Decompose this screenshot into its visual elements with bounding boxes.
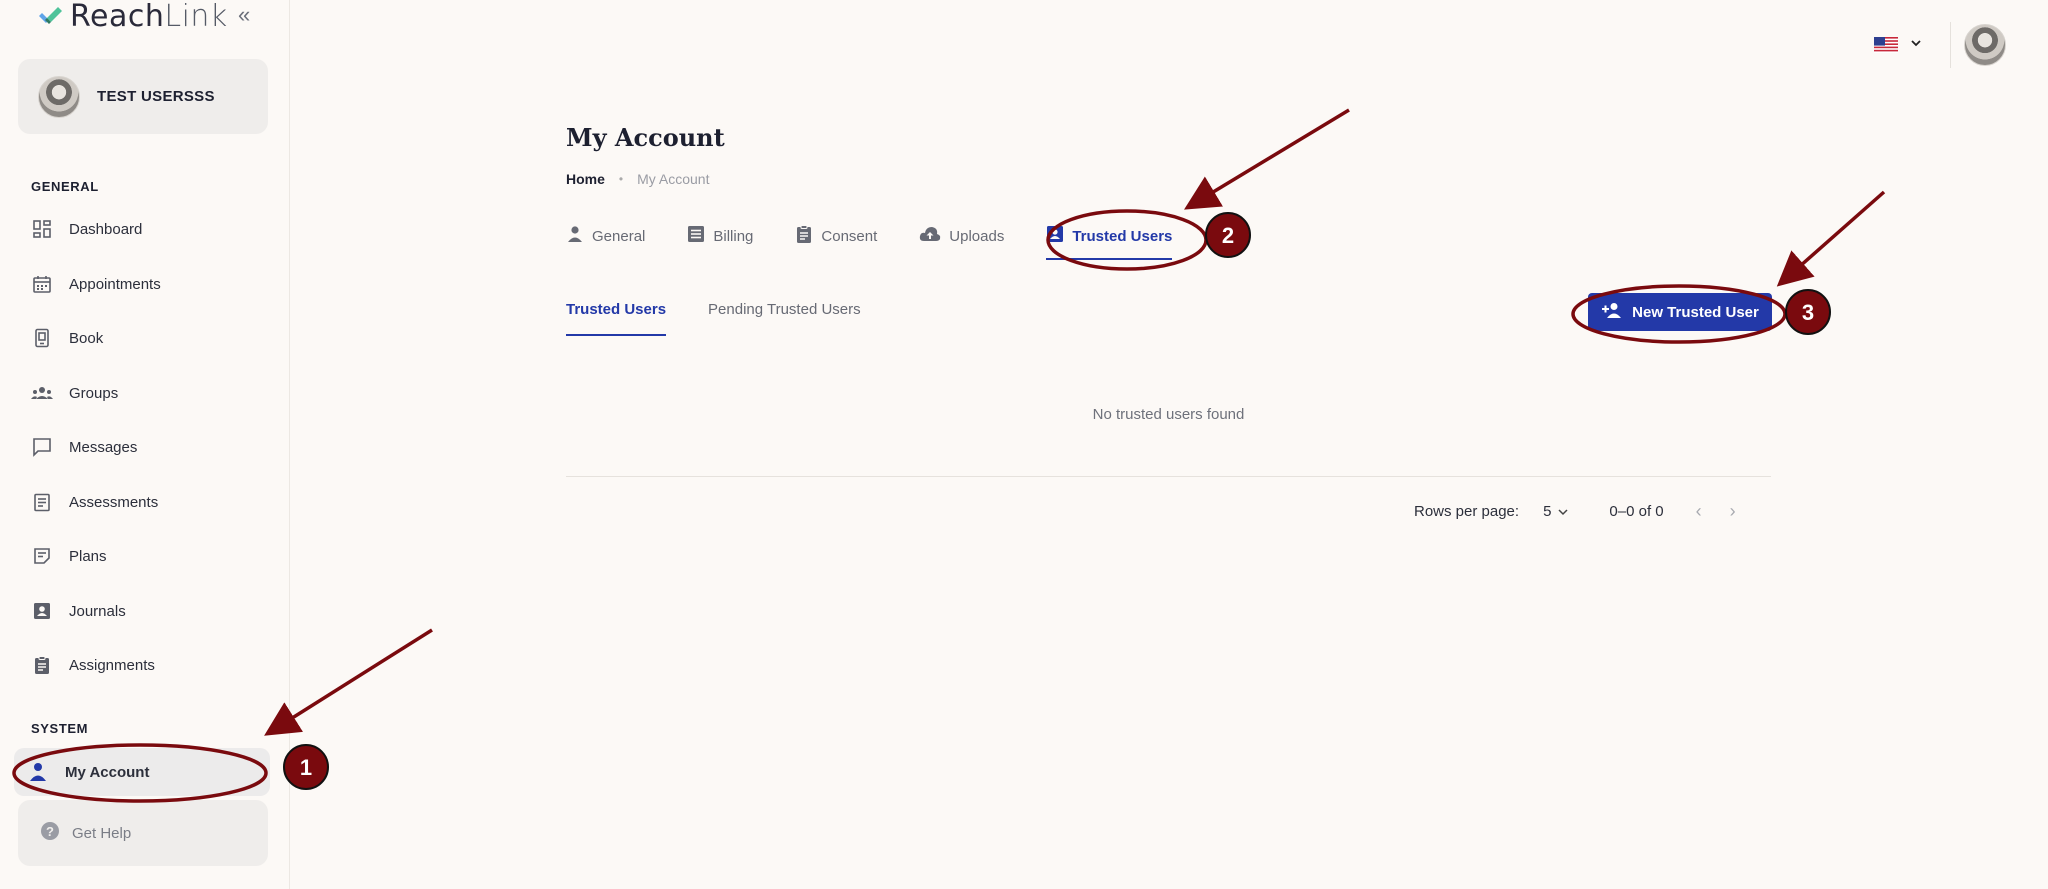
language-chevron-down-icon[interactable] bbox=[1910, 36, 1922, 52]
breadcrumb-current: My Account bbox=[637, 171, 710, 187]
tab-label: General bbox=[592, 227, 646, 245]
rows-per-page-label: Rows per page: bbox=[1414, 503, 1520, 520]
person-icon bbox=[566, 225, 584, 247]
subtab-trusted-users[interactable]: Trusted Users bbox=[566, 301, 667, 337]
us-flag-icon[interactable] bbox=[1874, 37, 1898, 53]
section-label-general: GENERAL bbox=[31, 179, 99, 194]
pagination: Rows per page: 5 0–0 of 0 ‹ › bbox=[1414, 501, 1736, 522]
section-label-system: SYSTEM bbox=[31, 721, 89, 736]
annotation-badge-3 bbox=[1785, 289, 1831, 335]
sidebar-item-groups[interactable]: Groups bbox=[18, 370, 268, 416]
sidebar-item-dashboard[interactable]: Dashboard bbox=[18, 206, 268, 252]
empty-state-message: No trusted users found bbox=[1092, 406, 1245, 423]
sidebar-item-journals[interactable]: Journals bbox=[18, 588, 268, 634]
sidebar-item-assignments[interactable]: Assignments bbox=[18, 642, 268, 688]
sidebar-item-label: Assignments bbox=[69, 656, 155, 674]
tab-label: Consent bbox=[821, 227, 878, 245]
sidebar-item-appointments[interactable]: Appointments bbox=[18, 261, 268, 307]
breadcrumb-home[interactable]: Home bbox=[566, 171, 605, 187]
assessment-icon bbox=[31, 491, 53, 513]
tab-label: Uploads bbox=[949, 227, 1005, 245]
header-divider bbox=[1950, 22, 1951, 68]
page-title: My Account bbox=[566, 123, 725, 152]
message-icon bbox=[31, 436, 53, 458]
breadcrumb-separator: • bbox=[618, 172, 624, 186]
subtab-pending-trusted-users[interactable]: Pending Trusted Users bbox=[708, 301, 861, 337]
help-icon: ? bbox=[40, 821, 60, 845]
sidebar-item-book[interactable]: Book bbox=[18, 315, 268, 361]
add-person-icon bbox=[1601, 302, 1623, 322]
account-tabs: General Billing Consent Uploads Trusted … bbox=[566, 222, 1214, 260]
sidebar-item-label: Dashboard bbox=[69, 220, 143, 238]
table-divider bbox=[566, 476, 1771, 477]
pagination-range: 0–0 of 0 bbox=[1609, 503, 1664, 520]
avatar bbox=[38, 75, 80, 118]
collapse-sidebar-icon[interactable]: « bbox=[238, 2, 250, 28]
sidebar-item-plans[interactable]: Plans bbox=[18, 533, 268, 579]
tab-label: Billing bbox=[713, 227, 754, 245]
get-help-button[interactable]: ? Get Help bbox=[18, 800, 268, 866]
annotation-arrow-3 bbox=[1776, 190, 1886, 287]
sidebar-item-my-account[interactable]: My Account bbox=[14, 748, 270, 796]
logo-text: ReachLink bbox=[70, 0, 228, 34]
new-trusted-user-label: New Trusted User bbox=[1632, 303, 1759, 321]
book-icon bbox=[31, 327, 53, 349]
sidebar: ReachLink « TEST USERSSS GENERAL Dashboa… bbox=[0, 0, 290, 889]
annotation-number-1: 1 bbox=[300, 755, 312, 780]
sidebar-item-label: My Account bbox=[65, 763, 150, 781]
get-help-label: Get Help bbox=[72, 824, 132, 842]
annotation-badge-1 bbox=[283, 744, 329, 790]
logo-mark-icon bbox=[39, 7, 62, 24]
dashboard-icon bbox=[31, 218, 53, 240]
chevron-down-icon bbox=[1558, 508, 1568, 515]
calendar-icon bbox=[31, 273, 53, 295]
svg-text:?: ? bbox=[46, 824, 54, 839]
journal-icon bbox=[31, 600, 53, 622]
previous-page-icon[interactable]: ‹ bbox=[1696, 501, 1702, 522]
sidebar-item-messages[interactable]: Messages bbox=[18, 424, 268, 470]
next-page-icon[interactable]: › bbox=[1730, 501, 1736, 522]
rows-per-page-select[interactable]: 5 bbox=[1543, 503, 1569, 520]
person-icon bbox=[27, 761, 49, 783]
sidebar-item-label: Assessments bbox=[69, 493, 159, 511]
sidebar-item-label: Appointments bbox=[69, 275, 161, 293]
reachlink-logo[interactable]: ReachLink bbox=[38, 0, 228, 34]
annotation-arrow-1 bbox=[264, 628, 433, 736]
annotation-overlay: 1 2 3 bbox=[12, 108, 1886, 803]
billing-icon bbox=[687, 225, 705, 247]
sidebar-item-label: Plans bbox=[69, 547, 107, 565]
plans-icon bbox=[31, 545, 53, 567]
trusted-users-subtabs: Trusted Users Pending Trusted Users bbox=[566, 301, 903, 337]
tab-uploads[interactable]: Uploads bbox=[919, 222, 1004, 250]
annotation-number-3: 3 bbox=[1802, 300, 1814, 325]
sidebar-item-label: Journals bbox=[69, 602, 126, 620]
new-trusted-user-button[interactable]: New Trusted User bbox=[1588, 293, 1772, 331]
annotation-number-2: 2 bbox=[1222, 223, 1234, 248]
cloud-upload-icon bbox=[919, 225, 941, 247]
tab-general[interactable]: General bbox=[566, 222, 645, 250]
sidebar-item-assessments[interactable]: Assessments bbox=[18, 479, 268, 525]
contact-card-icon bbox=[1046, 225, 1064, 247]
breadcrumb: Home • My Account bbox=[566, 171, 709, 187]
clipboard-icon bbox=[795, 225, 813, 247]
annotation-arrow-2 bbox=[1184, 108, 1350, 210]
sidebar-item-label: Groups bbox=[69, 384, 119, 402]
user-name: TEST USERSSS bbox=[97, 88, 215, 105]
rows-per-page-value: 5 bbox=[1543, 503, 1552, 520]
sidebar-item-label: Book bbox=[69, 329, 104, 347]
groups-icon bbox=[31, 382, 53, 404]
tab-trusted-users[interactable]: Trusted Users bbox=[1046, 222, 1173, 260]
tab-label: Trusted Users bbox=[1072, 227, 1173, 245]
tab-billing[interactable]: Billing bbox=[687, 222, 753, 250]
header-avatar[interactable] bbox=[1964, 24, 2006, 66]
assignment-icon bbox=[31, 654, 53, 676]
tab-consent[interactable]: Consent bbox=[795, 222, 877, 250]
user-profile-card[interactable]: TEST USERSSS bbox=[18, 59, 268, 134]
sidebar-item-label: Messages bbox=[69, 438, 138, 456]
